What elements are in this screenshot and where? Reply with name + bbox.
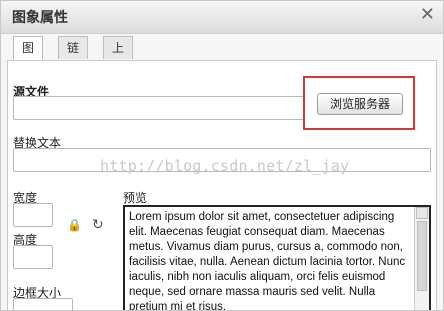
- dialog-titlebar[interactable]: 图象属性 ✕: [1, 1, 443, 34]
- dialog-title: 图象属性: [12, 10, 68, 26]
- tab-link[interactable]: 链接: [58, 36, 89, 77]
- preview-label: 预览: [123, 191, 148, 205]
- preview-box: Lorem ipsum dolor sit amet, consectetuer…: [123, 205, 431, 311]
- reset-icon[interactable]: ↻: [92, 217, 104, 233]
- lock-icon[interactable]: 🔒: [67, 218, 82, 232]
- watermark-text: http://blog.csdn.net/zl_jay: [100, 157, 350, 175]
- height-input[interactable]: [13, 245, 53, 269]
- tab-image[interactable]: 图象: [13, 36, 44, 77]
- scroll-thumb[interactable]: [417, 221, 427, 291]
- browse-server-button[interactable]: 浏览服务器: [317, 93, 403, 115]
- tab-upload[interactable]: 上传: [103, 36, 134, 77]
- preview-scrollbar[interactable]: [414, 207, 429, 310]
- scroll-up-icon[interactable]: [416, 207, 428, 219]
- close-icon[interactable]: ✕: [420, 6, 435, 24]
- source-file-input[interactable]: [13, 96, 305, 120]
- border-size-input[interactable]: [13, 298, 73, 310]
- width-input[interactable]: [13, 203, 53, 227]
- preview-text: Lorem ipsum dolor sit amet, consectetuer…: [129, 211, 406, 311]
- image-properties-dialog: 图象属性 ✕ 图象 链接 上传 源文件 浏览服务器 替换文本 http://bl…: [0, 0, 444, 311]
